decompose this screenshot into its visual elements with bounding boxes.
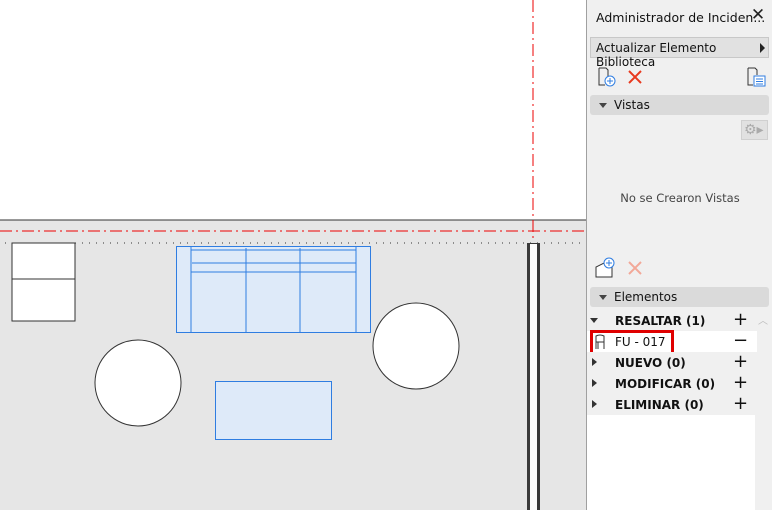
remove-icon[interactable]: −: [733, 331, 748, 351]
chevron-right-icon: [760, 43, 765, 53]
views-section-header[interactable]: Vistas: [590, 95, 769, 115]
close-icon: ✕: [750, 5, 766, 25]
coffee-table[interactable]: [215, 381, 332, 440]
group-label: NUEVO (0): [615, 356, 686, 370]
close-button[interactable]: ✕: [749, 6, 767, 24]
scroll-up-icon[interactable]: ︿: [758, 312, 768, 327]
add-icon[interactable]: +: [733, 352, 748, 372]
gear-icon: ⚙▸: [744, 122, 764, 138]
group-eliminar[interactable]: ELIMINAR (0) +: [587, 394, 757, 415]
delete-icon[interactable]: [624, 66, 646, 88]
round-stool-left[interactable]: [94, 339, 182, 427]
delete-view-icon: [628, 261, 642, 275]
group-label: ELIMINAR (0): [615, 398, 704, 412]
add-icon[interactable]: +: [733, 394, 748, 414]
floor-plan-canvas[interactable]: [0, 0, 587, 510]
round-stool-right[interactable]: [372, 302, 460, 390]
section-label: Elementos: [614, 290, 678, 304]
group-label: MODIFICAR (0): [615, 377, 716, 391]
view-settings-button[interactable]: ⚙▸: [741, 120, 768, 140]
caret-right-icon: [592, 358, 597, 366]
elements-section-header[interactable]: Elementos: [590, 287, 769, 307]
update-library-element-button[interactable]: Actualizar Elemento Biblioteca: [590, 37, 769, 69]
panel-title: Administrador de Inciden...: [596, 10, 766, 25]
caret-down-icon: [590, 318, 598, 327]
cabinet[interactable]: [11, 242, 76, 322]
new-view-icon[interactable]: [594, 257, 616, 279]
button-label: Actualizar Elemento Biblioteca: [596, 41, 717, 69]
add-icon[interactable]: +: [733, 310, 748, 330]
group-label: RESALTAR (1): [615, 314, 706, 328]
incident-manager-panel: Administrador de Inciden... ✕ Actualizar…: [586, 0, 772, 510]
caret-right-icon: [592, 400, 597, 408]
caret-right-icon: [592, 379, 597, 387]
group-modificar[interactable]: MODIFICAR (0) +: [587, 373, 757, 394]
sofa[interactable]: [176, 246, 371, 333]
group-resaltar[interactable]: RESALTAR (1) +: [587, 310, 757, 331]
new-incident-icon[interactable]: [596, 66, 618, 88]
incident-list-icon[interactable]: [745, 66, 767, 88]
caret-down-icon: [599, 103, 607, 108]
group-nuevo[interactable]: NUEVO (0) +: [587, 352, 757, 373]
caret-down-icon: [599, 295, 607, 300]
section-label: Vistas: [614, 98, 650, 112]
scrollbar[interactable]: ︿: [755, 310, 772, 510]
wall-column[interactable]: [527, 243, 540, 510]
add-icon[interactable]: +: [733, 373, 748, 393]
no-views-message: No se Crearon Vistas: [620, 191, 740, 205]
